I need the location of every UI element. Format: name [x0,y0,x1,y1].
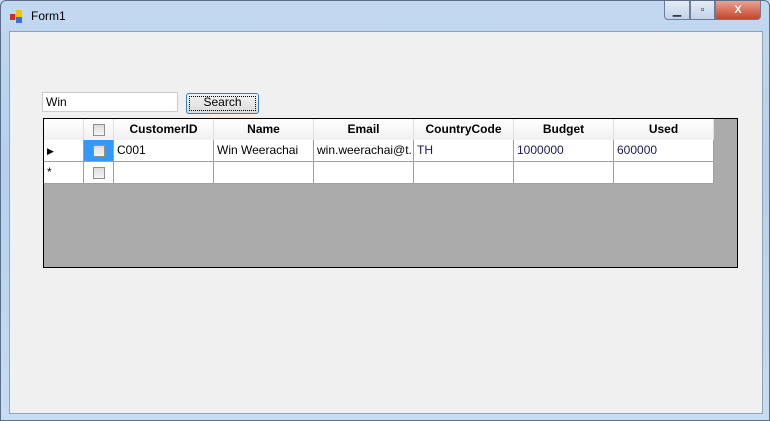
cell-email[interactable]: win.weerachai@t... [314,140,414,162]
window-title: Form1 [31,9,66,23]
search-input[interactable]: Win [42,92,178,112]
header-budget[interactable]: Budget [514,119,614,141]
row-checkbox[interactable] [84,162,114,184]
header-countrycode[interactable]: CountryCode [414,119,514,141]
cell-budget[interactable] [514,162,614,184]
search-button[interactable]: Search [186,93,259,114]
table-row[interactable]: ▶ C001 Win Weerachai win.weerachai@t... … [44,140,714,162]
select-all-checkbox[interactable] [84,119,114,141]
app-icon [10,10,22,23]
cell-name[interactable] [214,162,314,184]
cell-name[interactable]: Win Weerachai [214,140,314,162]
header-name[interactable]: Name [214,119,314,141]
header-used[interactable]: Used [614,119,714,141]
row-header[interactable]: * [44,162,84,184]
new-row[interactable]: * [44,162,714,184]
row-header[interactable]: ▶ [44,140,84,162]
customer-grid[interactable]: CustomerID Name Email CountryCode Budget… [43,118,738,268]
maximize-button[interactable]: ▫ [690,1,715,20]
cell-countrycode[interactable]: TH [414,140,514,162]
minimize-button[interactable]: ▁ [664,1,690,20]
cell-customerid[interactable] [114,162,214,184]
row-checkbox[interactable] [84,140,114,162]
cell-used[interactable] [614,162,714,184]
header-row: CustomerID Name Email CountryCode Budget… [44,119,714,141]
cell-customerid[interactable]: C001 [114,140,214,162]
cell-countrycode[interactable] [414,162,514,184]
close-button[interactable]: X [715,1,761,20]
window: Form1 ▁ ▫ X Win Search CustomerID Name E… [0,0,770,421]
current-row-icon: ▶ [47,146,54,156]
corner-header[interactable] [44,119,84,141]
cell-budget[interactable]: 1000000 [514,140,614,162]
header-customerid[interactable]: CustomerID [114,119,214,141]
header-email[interactable]: Email [314,119,414,141]
cell-email[interactable] [314,162,414,184]
new-row-icon: * [47,165,52,179]
cell-used[interactable]: 600000 [614,140,714,162]
